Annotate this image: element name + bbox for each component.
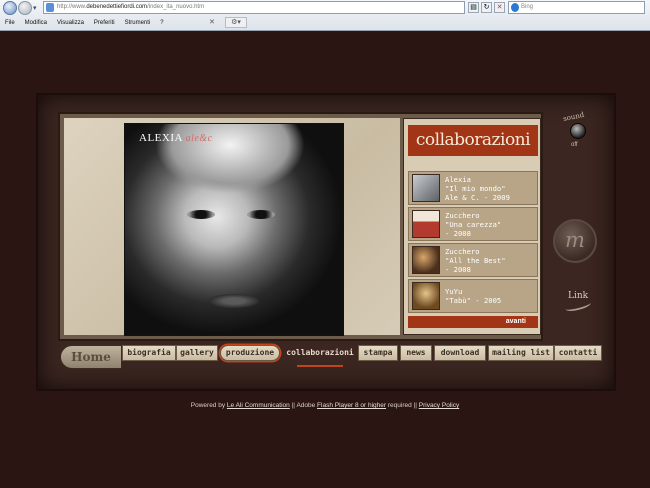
menu-preferiti[interactable]: Preferiti — [89, 20, 120, 26]
photo-lips — [209, 294, 259, 308]
list-item[interactable]: Alexia "Il mio mondo" Ale & C. - 2009 — [408, 171, 538, 205]
album-thumbnail — [412, 282, 440, 310]
nav-news[interactable]: news — [400, 345, 432, 361]
compat-view-icon[interactable]: ▤ — [468, 2, 479, 13]
menu-visualizza[interactable]: Visualizza — [52, 20, 89, 26]
gear-icon[interactable]: ⚙▾ — [225, 17, 247, 28]
url-prefix: http://www. — [57, 4, 87, 10]
item-text: Zucchero "All the Best" - 2008 — [445, 246, 506, 274]
sound-state: off — [571, 142, 578, 148]
close-tab-icon[interactable]: ✕ — [209, 18, 215, 26]
menu-strumenti[interactable]: Strumenti — [120, 20, 156, 26]
album-thumbnail — [412, 210, 440, 238]
paper-background: ALEXIA ale&c — [64, 118, 400, 336]
list-item[interactable]: Zucchero "Una carezza" - 2008 — [408, 207, 538, 241]
footer-sep: || — [413, 402, 417, 409]
photo-title-main: ALEXIA — [139, 132, 183, 144]
photo-title-accent: ale&c — [185, 133, 213, 144]
url-domain: debenedettiefiordi.com — [86, 4, 148, 10]
url-path: /index_ita_nuovo.htm — [147, 4, 205, 10]
nav-home[interactable]: Home — [60, 345, 122, 369]
nav-collaborazioni[interactable]: collaborazioni — [282, 345, 358, 367]
link-swirl-icon — [564, 298, 592, 314]
footer-adobe: Adobe — [296, 402, 316, 409]
search-input[interactable]: Bing — [508, 1, 645, 14]
photo-title: ALEXIA ale&c — [139, 132, 213, 144]
nav-stampa[interactable]: stampa — [358, 345, 398, 361]
item-text: YuYu "Tabù" - 2005 — [445, 287, 502, 305]
item-text: Zucchero "Una carezza" - 2008 — [445, 210, 502, 238]
bing-icon — [511, 3, 519, 12]
main-nav: Home biografia gallery produzione collab… — [60, 341, 602, 371]
forward-icon[interactable] — [18, 1, 32, 15]
footer-required: required — [387, 402, 412, 409]
collaborazioni-panel: collaborazioni Alexia "Il mio mondo" Ale… — [403, 118, 541, 335]
footer-powered: Powered by — [190, 402, 226, 409]
menu-file[interactable]: File — [0, 20, 20, 26]
footer-company-link[interactable]: Le Ali Communication — [227, 402, 290, 409]
footer-sep: || — [291, 402, 295, 409]
item-text: Alexia "Il mio mondo" Ale & C. - 2009 — [445, 174, 510, 202]
footer: Powered by Le Ali Communication || Adobe… — [0, 402, 650, 409]
photo-eye-right — [247, 210, 275, 219]
address-bar[interactable]: http://www.debenedettiefiordi.com/index_… — [43, 1, 465, 14]
m-button[interactable]: m — [553, 219, 597, 263]
nav-download[interactable]: download — [434, 345, 486, 361]
photo-eye-left — [187, 210, 215, 219]
list-item[interactable]: Zucchero "All the Best" - 2008 — [408, 243, 538, 277]
history-dropdown-icon[interactable]: ▾ — [33, 4, 37, 12]
nav-produzione[interactable]: produzione — [220, 345, 280, 361]
panel-title: collaborazioni — [408, 125, 538, 156]
footer-flash-link[interactable]: Flash Player 8 or higher — [317, 402, 386, 409]
album-cover-photo: ALEXIA ale&c — [124, 123, 344, 336]
stop-icon[interactable]: ✕ — [494, 2, 505, 13]
content-frame: ALEXIA ale&c collaborazioni Alexia "Il m… — [58, 112, 543, 341]
page-icon — [46, 3, 54, 12]
back-icon[interactable] — [3, 1, 17, 15]
menu-modifica[interactable]: Modifica — [20, 20, 52, 26]
list-item[interactable]: YuYu "Tabù" - 2005 — [408, 279, 538, 313]
flash-stage: ALEXIA ale&c collaborazioni Alexia "Il m… — [36, 93, 616, 391]
next-button[interactable]: avanti — [408, 316, 538, 328]
sound-knob-icon[interactable] — [570, 123, 586, 139]
menu-help[interactable]: ? — [155, 20, 168, 26]
album-thumbnail — [412, 174, 440, 202]
search-placeholder: Bing — [521, 4, 534, 10]
footer-privacy-link[interactable]: Privacy Policy — [419, 402, 459, 409]
nav-biografia[interactable]: biografia — [122, 345, 176, 361]
browser-chrome: ▾ http://www.debenedettiefiordi.com/inde… — [0, 0, 650, 31]
refresh-icon[interactable]: ↻ — [481, 2, 492, 13]
collaborazioni-list: Alexia "Il mio mondo" Ale & C. - 2009 Zu… — [408, 171, 538, 315]
nav-contatti[interactable]: contatti — [554, 345, 602, 361]
nav-gallery[interactable]: gallery — [176, 345, 218, 361]
album-thumbnail — [412, 246, 440, 274]
nav-mailing-list[interactable]: mailing list — [488, 345, 554, 361]
menu-bar: File Modifica Visualizza Preferiti Strum… — [0, 16, 169, 30]
sound-label: sound — [562, 110, 585, 124]
